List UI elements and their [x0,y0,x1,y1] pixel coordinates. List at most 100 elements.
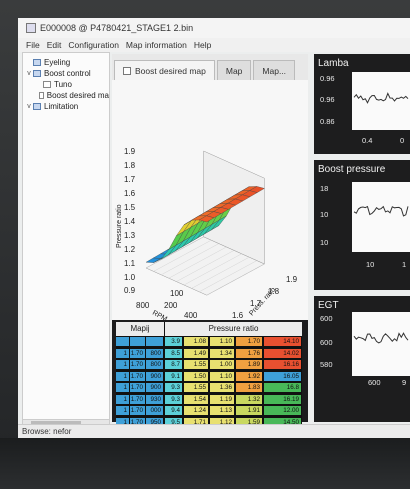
table-cell[interactable]: 800 [146,360,163,369]
table-cell[interactable]: 800 [146,348,163,358]
sidebar-item-boost-control[interactable]: v Boost control [23,68,109,79]
lambda-plot[interactable] [352,72,410,130]
tab-map[interactable]: Map [216,60,252,80]
panel-title: Boost pressure [318,164,386,175]
table-cell[interactable]: 1.70 [130,394,145,404]
table-cell[interactable]: 1.76 [236,348,262,358]
folder-icon [33,70,41,77]
egt-plot[interactable] [352,312,410,376]
table-cell[interactable]: 9.4 [165,406,182,415]
table-cell[interactable]: 930 [146,394,163,404]
sidebar-item-limitation[interactable]: v Limitation [23,101,109,112]
menu-configuration[interactable]: Configuration [68,40,119,50]
chevron-down-icon[interactable]: v [25,103,33,110]
z-tick: 1.6 [124,189,136,198]
table-cell[interactable]: 1.08 [184,337,208,346]
map-icon [123,66,131,75]
sidebar-item-label: Boost control [44,69,91,78]
table-cell[interactable]: 1.13 [210,406,234,415]
sidebar-item-eyeling[interactable]: Eyeling [23,57,109,68]
table-cell[interactable] [116,337,129,346]
x-tick: 9 [402,378,407,387]
table-cell[interactable]: 1.49 [184,348,208,358]
menu-file[interactable]: File [26,40,40,50]
table-cell[interactable]: 14.10 [264,337,301,346]
table-cell[interactable]: 16.19 [264,394,301,404]
boost-pressure-trace [353,205,409,217]
table-cell[interactable]: 8.5 [165,348,182,358]
table-cell[interactable]: 1 [116,383,129,392]
map-table[interactable]: Mapij Pressure ratio 3.9 1.08 1.10 1.70 14.1… [116,322,302,438]
z-tick: 1.3 [124,231,136,240]
table-cell[interactable]: 1.70 [236,337,262,346]
table-header-mapij[interactable]: Mapij [116,322,164,336]
sidebar-item-boost-desired-map[interactable]: Boost desired ma [23,90,109,101]
table-cell[interactable] [146,337,163,346]
table-cell[interactable]: 1 [116,406,129,415]
table-cell[interactable]: 1.10 [210,337,234,346]
egt-trace [353,332,409,344]
table-cell[interactable]: 9.1 [165,371,182,381]
surface-plot-svg[interactable]: 0.9 1.0 1.1 1.2 1.3 1.4 1.5 1.6 1.7 1.8 … [112,80,308,323]
table-cell[interactable]: 000 [146,406,163,415]
table-cell[interactable]: 1.55 [184,383,208,392]
table-cell[interactable]: 12.00 [264,406,301,415]
table-cell[interactable]: 1.70 [130,406,145,415]
table-header-pressure-ratio[interactable]: Pressure ratio [165,322,302,336]
table-cell[interactable]: 1.89 [236,360,262,369]
table-cell[interactable]: 1.00 [210,360,234,369]
table-cell[interactable]: 1 [116,394,129,404]
sidebar-item-label: Boost desired ma [46,91,109,100]
boost-pressure-plot[interactable] [352,182,410,252]
tab-boost-desired-map[interactable]: Boost desired map [114,60,215,80]
table-cell[interactable]: 1.83 [236,383,262,392]
table-cell[interactable]: 16.8 [264,383,301,392]
table-cell[interactable]: 1.36 [210,383,234,392]
z-tick: 1.0 [124,273,136,282]
table-cell[interactable]: 1.32 [236,394,262,404]
panel-lambda[interactable]: Lamba 0.96 0.96 0.86 0.4 0 [314,54,410,154]
panel-egt[interactable]: EGT 600 600 580 600 9 [314,296,410,422]
table-cell[interactable]: 1.54 [184,394,208,404]
panel-boost-pressure[interactable]: Boost pressure 18 10 10 10 1 [314,160,410,290]
tab-label: Map... [262,65,287,76]
sidebar-tree: Eyeling v Boost control Tuno Boost desir… [22,52,110,428]
table-cell[interactable]: 1 [116,371,129,381]
y-tick: 18 [320,184,329,193]
table-cell[interactable]: 16.05 [264,371,301,381]
y-tick: 600 [320,338,333,347]
table-cell[interactable]: 1.70 [130,360,145,369]
table-cell[interactable]: 16.16 [264,360,301,369]
menu-help[interactable]: Help [194,40,211,50]
y-tick: 0.96 [320,74,335,83]
table-cell[interactable]: 1.55 [184,360,208,369]
chevron-down-icon[interactable]: v [25,70,33,77]
table-cell[interactable]: 9.3 [165,394,182,404]
table-cell[interactable]: 900 [146,371,163,381]
y-axis: 1.6 1.7 1.8 1.9 Press. ratio [232,275,298,320]
table-cell[interactable]: 1.19 [210,394,234,404]
table-cell[interactable]: 1.70 [130,383,145,392]
table-cell[interactable]: 1.92 [236,371,262,381]
surface-plot[interactable]: 0.9 1.0 1.1 1.2 1.3 1.4 1.5 1.6 1.7 1.8 … [112,80,308,323]
table-cell[interactable]: 900 [146,383,163,392]
sidebar-item-tuno[interactable]: Tuno [23,79,109,90]
menu-map-information[interactable]: Map information [126,40,187,50]
table-cell[interactable]: 1.34 [210,348,234,358]
table-cell[interactable]: 3.9 [165,337,182,346]
table-cell[interactable]: 1.70 [130,371,145,381]
table-cell[interactable]: 1 [116,348,129,358]
table-cell[interactable]: 1.50 [184,371,208,381]
table-cell[interactable]: 8.7 [165,360,182,369]
table-cell[interactable]: 1.91 [236,406,262,415]
z-axis-label: Pressure ratio [116,204,123,248]
menu-edit[interactable]: Edit [47,40,62,50]
tab-map-more[interactable]: Map... [253,60,296,80]
table-cell[interactable]: 1.10 [210,371,234,381]
table-cell[interactable] [130,337,145,346]
table-cell[interactable]: 9.3 [165,383,182,392]
table-cell[interactable]: 1 [116,360,129,369]
table-cell[interactable]: 1.24 [184,406,208,415]
table-cell[interactable]: 14.02 [264,348,301,358]
table-cell[interactable]: 1.70 [130,348,145,358]
